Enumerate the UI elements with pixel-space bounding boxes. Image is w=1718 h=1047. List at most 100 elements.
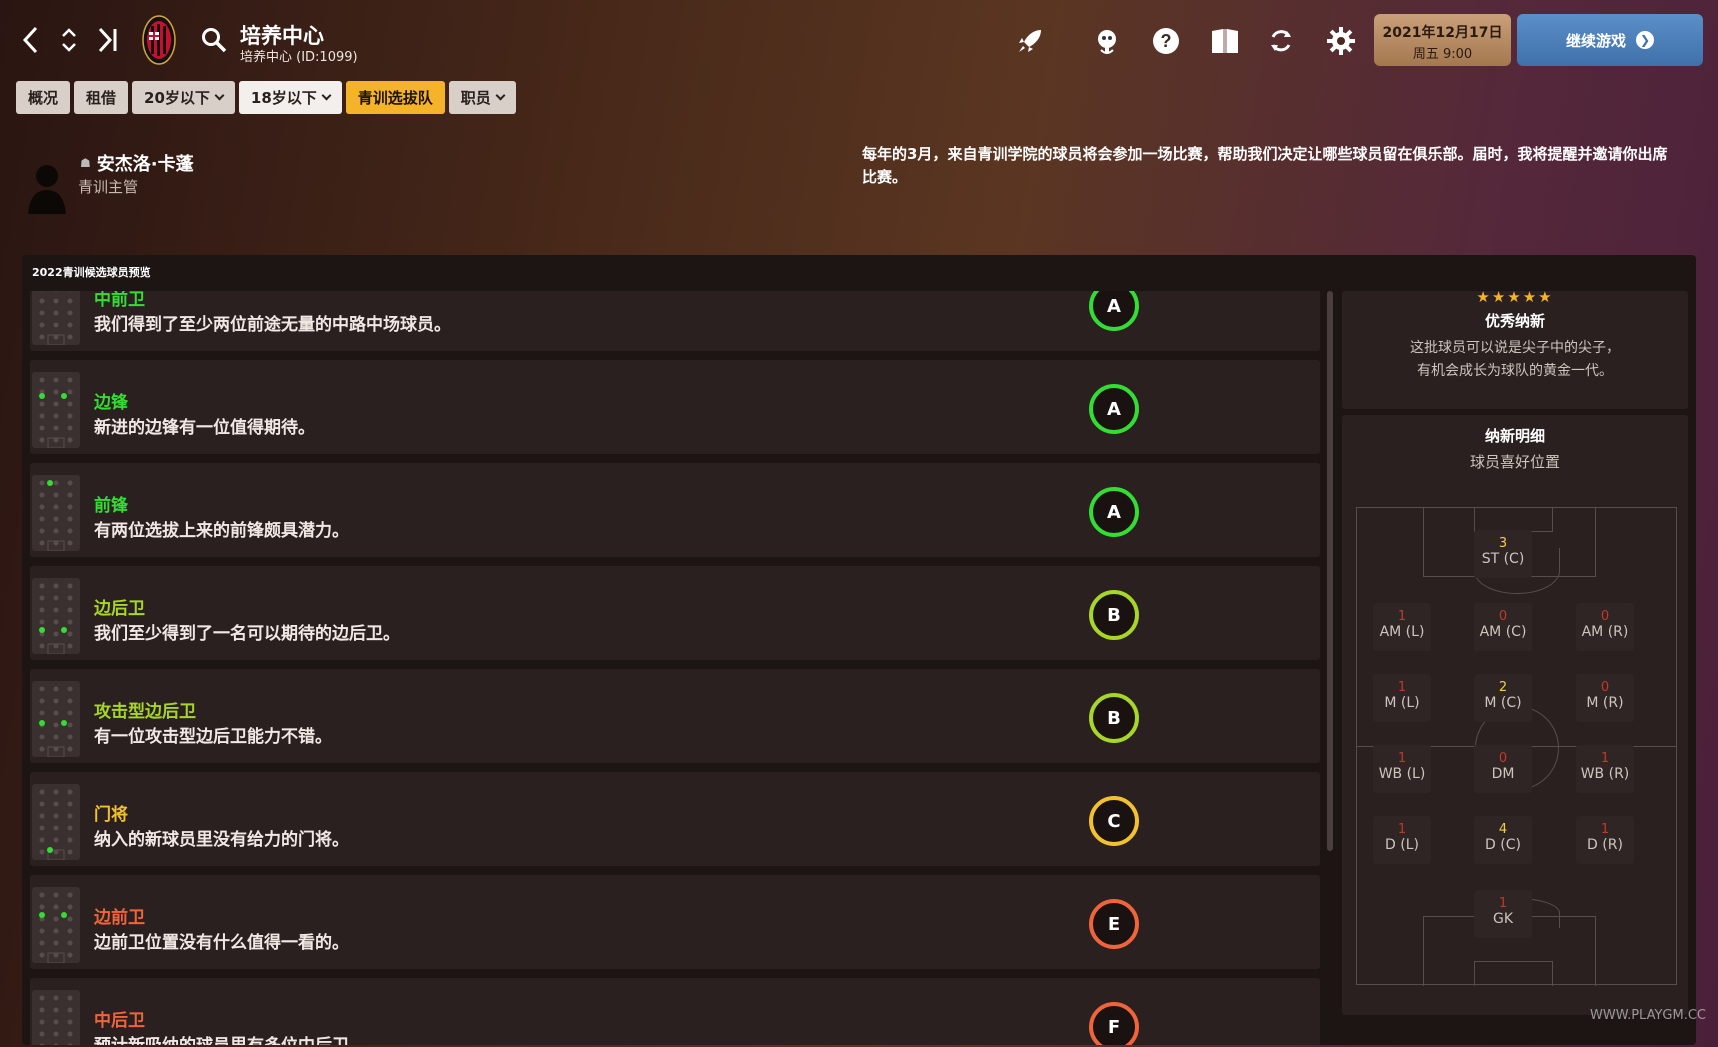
staff-name-row[interactable]: ☗ 安杰洛·卡蓬 <box>80 150 194 176</box>
date-text: 2021年12月17日 <box>1382 25 1503 41</box>
assistant-icon[interactable] <box>1090 24 1124 58</box>
pitch-position[interactable]: 1D (R) <box>1576 816 1634 864</box>
tab-0[interactable]: 概况 <box>16 81 71 114</box>
pitch-position[interactable]: 0M (R) <box>1576 674 1634 722</box>
position-count: 1 <box>1600 751 1610 766</box>
position-report-list: 中前卫 我们得到了至少两位前途无量的中路中场球员。 A 边锋新进的边锋有一位值得期待。… <box>30 291 1332 1045</box>
person-icon: ☗ <box>80 156 91 170</box>
position-label: DM <box>1491 766 1515 782</box>
position-title: 边后卫 <box>94 599 145 619</box>
up-down-icon[interactable] <box>54 22 84 58</box>
position-label: WB (L) <box>1378 766 1426 782</box>
list-item[interactable]: 中前卫 我们得到了至少两位前途无量的中路中场球员。 A <box>30 291 1320 351</box>
list-item[interactable]: 边后卫 我们至少得到了一名可以期待的边后卫。 B <box>30 566 1320 660</box>
rating-stars-icon: ★★★★★ <box>1476 288 1554 306</box>
tab-5[interactable]: 职员 <box>448 81 516 114</box>
grade-badge: B <box>1089 693 1139 743</box>
continue-label: 继续游戏 <box>1565 31 1626 50</box>
help-icon[interactable]: ? <box>1149 24 1183 58</box>
position-description: 有两位选拔上来的前锋颇具潜力。 <box>94 521 349 541</box>
club-badge-icon[interactable] <box>142 14 176 66</box>
position-label: M (R) <box>1586 695 1624 711</box>
position-label: M (L) <box>1384 695 1420 711</box>
grade-badge: A <box>1089 384 1139 434</box>
position-description: 有一位攻击型边后卫能力不错。 <box>94 727 332 747</box>
tab-2[interactable]: 20岁以下 <box>132 81 235 114</box>
pitch-position[interactable]: 1 WB (R) <box>1576 745 1634 793</box>
position-label: M (C) <box>1484 695 1522 711</box>
tab-label: 职员 <box>460 89 491 107</box>
rocket-icon[interactable] <box>1013 24 1047 58</box>
top-bar: 培养中心 培养中心 (ID:1099) ? 2021年12月17日 周五 9:0… <box>0 0 1718 80</box>
grade-badge: E <box>1089 899 1139 949</box>
position-label: GK <box>1492 911 1514 927</box>
pitch-position[interactable]: 1 WB (L) <box>1373 745 1431 793</box>
position-title: 边锋 <box>94 393 128 413</box>
intake-details-subtitle: 球员喜好位置 <box>1469 453 1560 471</box>
position-count: 4 <box>1498 822 1508 837</box>
intake-rating-card: ★★★★★ 优秀纳新 这批球员可以说是尖子中的尖子， 有机会成长为球队的黄金一代… <box>1342 288 1688 409</box>
tab-3[interactable]: 18岁以下 <box>238 81 342 114</box>
date-display[interactable]: 2021年12月17日 周五 9:00 <box>1374 14 1511 66</box>
mini-pitch-icon <box>32 887 80 964</box>
pitch-position[interactable]: 1D (L) <box>1373 816 1431 864</box>
position-count: 1 <box>1498 896 1508 911</box>
mini-pitch-icon <box>32 784 80 861</box>
tab-1[interactable]: 租借 <box>74 81 129 114</box>
pitch-position[interactable]: 4D (C) <box>1474 816 1532 864</box>
search-icon[interactable] <box>200 26 228 54</box>
mini-pitch-icon <box>32 475 80 552</box>
position-title: 边前卫 <box>94 908 145 928</box>
list-item[interactable]: 前锋 有两位选拔上来的前锋颇具潜力。 A <box>30 463 1320 557</box>
mini-pitch-icon <box>32 578 80 655</box>
position-title: 攻击型边后卫 <box>94 702 196 722</box>
list-item[interactable]: 边前卫 边前卫位置没有什么值得一看的。 E <box>30 875 1320 969</box>
refresh-icon[interactable] <box>1264 24 1298 58</box>
position-count: 2 <box>1498 680 1508 695</box>
position-label: ST (C) <box>1481 551 1525 567</box>
pitch-position[interactable]: 1 GK <box>1474 890 1532 938</box>
staff-avatar[interactable] <box>26 160 68 214</box>
chevron-down-icon <box>495 90 506 101</box>
pitch-position[interactable]: 0 DM <box>1474 745 1532 793</box>
staff-name[interactable]: 安杰洛·卡蓬 <box>97 150 194 176</box>
position-pitch: 3 ST (C) 1 AM (L) 0 AM (C) 0 AM (R) 1 M (L) 2 M (C)… <box>1356 507 1677 986</box>
list-item[interactable]: 边锋新进的边锋有一位值得期待。 A <box>30 360 1320 454</box>
position-description: 预计新吸纳的球员里有多位中后卫。 <box>94 1031 366 1045</box>
position-count: 1 <box>1397 609 1407 624</box>
position-title: 前锋 <box>94 496 128 516</box>
continue-button[interactable]: 继续游戏 ❯ <box>1517 14 1703 66</box>
list-scrollbar[interactable] <box>1327 291 1333 851</box>
position-count: 0 <box>1498 751 1508 766</box>
pitch-position[interactable]: 2M (C) <box>1474 674 1532 722</box>
grade-badge: B <box>1089 590 1139 640</box>
watermark: WWW.PLAYGM.CC <box>1590 1008 1706 1023</box>
position-description: 新进的边锋有一位值得期待。 <box>94 418 315 438</box>
pitch-position[interactable]: 1 AM (L) <box>1373 603 1431 651</box>
position-count: 3 <box>1498 536 1508 551</box>
forward-end-icon[interactable] <box>92 22 122 58</box>
pitch-position[interactable]: 0 AM (C) <box>1474 603 1532 651</box>
tab-label: 20岁以下 <box>144 89 210 107</box>
list-item[interactable]: 门将 纳入的新球员里没有给力的门将。 C <box>30 772 1320 866</box>
list-item[interactable]: 中后卫预计新吸纳的球员里有多位中后卫。 F <box>30 978 1320 1045</box>
back-icon[interactable] <box>16 22 46 58</box>
position-count: 0 <box>1600 680 1610 695</box>
manual-book-icon[interactable] <box>1208 24 1242 58</box>
pitch-position[interactable]: 1M (L) <box>1373 674 1431 722</box>
tab-label: 青训选拔队 <box>357 89 433 107</box>
pitch-position[interactable]: 0 AM (R) <box>1576 603 1634 651</box>
settings-gear-icon[interactable] <box>1324 24 1358 58</box>
mini-pitch-icon <box>32 990 80 1045</box>
tab-bar: 概况 租借 20岁以下 18岁以下 青训选拔队 职员 <box>16 81 516 114</box>
position-label: WB (R) <box>1580 766 1630 782</box>
tab-4[interactable]: 青训选拔队 <box>345 81 445 114</box>
position-title: 门将 <box>94 805 128 825</box>
mini-pitch-icon <box>32 681 80 758</box>
tab-label: 概况 <box>28 89 59 107</box>
rating-text-line1: 这批球员可以说是尖子中的尖子， <box>1410 340 1620 356</box>
list-item[interactable]: 攻击型边后卫有一位攻击型边后卫能力不错。 B <box>30 669 1320 763</box>
arrow-right-icon: ❯ <box>1636 31 1654 49</box>
rating-text-line2: 有机会成长为球队的黄金一代。 <box>1417 363 1613 379</box>
pitch-position[interactable]: 3 ST (C) <box>1474 530 1532 578</box>
